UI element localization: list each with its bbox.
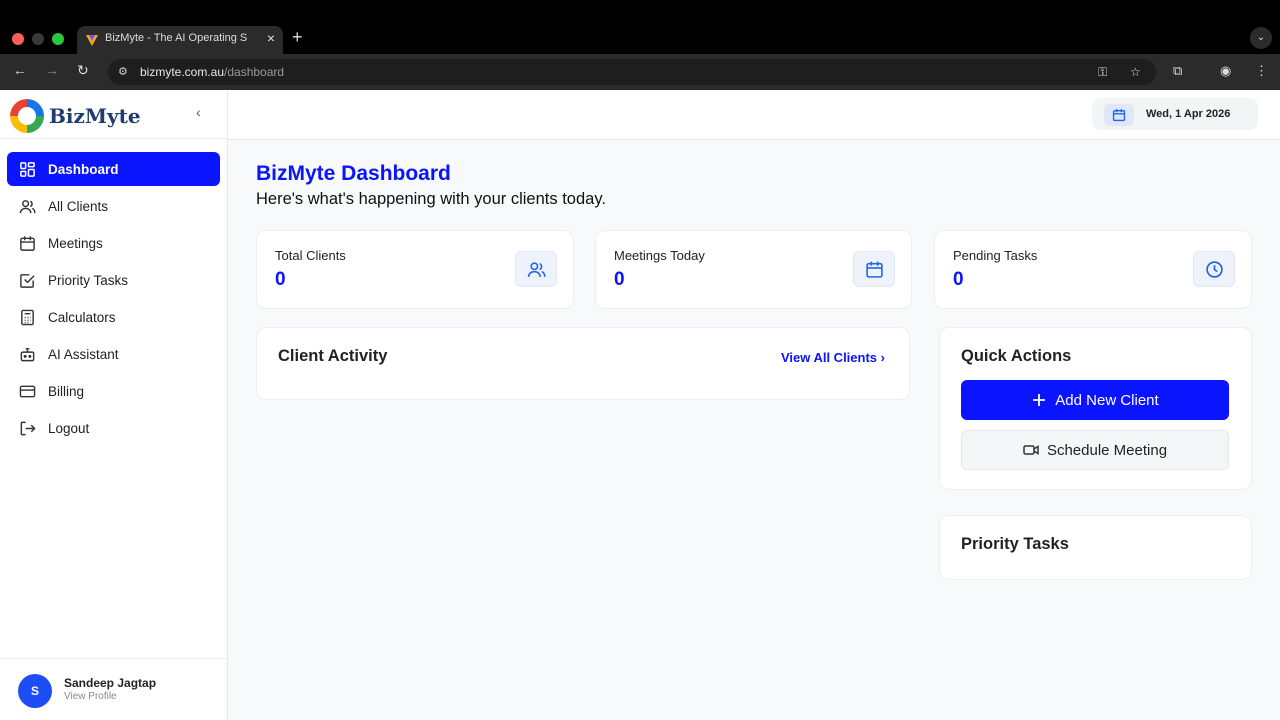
calculator-icon [21,309,34,325]
stat-label: Total Clients [275,248,346,263]
sidebar-item-label: Calculators [48,309,116,325]
calendar-icon [866,261,883,278]
tab-search-chevron-icon[interactable]: ⌄ [1250,27,1272,49]
sidebar-item-label: Billing [48,383,85,399]
stat-icon-box [1193,251,1235,287]
address-bar[interactable]: ⚙ bizmyte.com.au/dashboard ⚿ ☆ [108,59,1156,85]
collapse-sidebar-chevron-icon[interactable]: ‹ [196,104,201,120]
calendar-icon [20,235,35,251]
sidebar: BizMyte ‹ Dashboard All Clients Meetings… [0,90,228,720]
sidebar-item-label: Priority Tasks [48,272,129,288]
add-new-client-button[interactable]: Add New Client [961,380,1229,420]
extensions-puzzle-icon[interactable]: ⧉ [1173,63,1182,79]
logo-text: BizMyte [49,104,141,128]
browser-tab-strip: BizMyte - The AI Operating S × + ⌄ [0,0,1280,54]
divider [0,658,228,659]
bizmyte-logo[interactable]: BizMyte [10,99,141,133]
view-all-clients-link[interactable]: View All Clients › [781,350,885,365]
schedule-meeting-button[interactable]: Schedule Meeting [961,430,1229,470]
video-camera-icon [1023,445,1039,455]
stat-label: Pending Tasks [953,248,1038,263]
bookmark-star-icon[interactable]: ☆ [1130,65,1141,79]
stat-value: 0 [614,269,625,290]
sidebar-item-label: AI Assistant [48,346,119,362]
stat-icon-box [515,251,557,287]
tab-title: BizMyte - The AI Operating S [105,32,248,44]
calendar-icon [1112,109,1126,122]
sidebar-item-dashboard[interactable]: Dashboard [7,152,220,186]
divider [0,138,228,139]
browser-menu-icon[interactable]: ⋮ [1255,63,1268,79]
bizmyte-logo-icon [10,99,44,133]
user-name[interactable]: Sandeep Jagtap [64,676,156,690]
minimize-window-button[interactable] [32,33,44,45]
chevron-right-icon: › [880,350,885,365]
sidebar-item-billing[interactable]: Billing [7,374,220,408]
stat-value: 0 [275,269,286,290]
avatar[interactable]: S [18,674,52,708]
sidebar-item-label: Meetings [48,235,103,251]
stat-card-meetings-today: Meetings Today 0 [595,230,912,309]
checkbox-icon [20,273,35,288]
sidebar-item-meetings[interactable]: Meetings [7,226,220,260]
users-icon [19,199,36,213]
stat-card-total-clients: Total Clients 0 [256,230,574,309]
stat-icon-box [853,251,895,287]
date-icon-box [1104,104,1134,126]
page-subtitle: Here's what's happening with your client… [256,190,606,208]
date-text: Wed, 1 Apr 2026 [1146,108,1231,120]
new-tab-button[interactable]: + [292,27,303,48]
date-display: Wed, 1 Apr 2026 [1092,98,1258,130]
logout-icon [20,421,36,435]
top-bar: Wed, 1 Apr 2026 [228,90,1280,140]
dashboard-grid-icon [20,161,35,177]
users-icon [527,262,546,277]
forward-arrow-icon[interactable]: → [45,62,59,78]
bizmyte-favicon-icon [86,35,98,46]
clock-icon [1206,261,1223,278]
reload-icon[interactable]: ↻ [77,62,89,79]
password-key-icon[interactable]: ⚿ [1098,65,1107,80]
sidebar-item-label: Logout [48,420,90,436]
url-text: bizmyte.com.au/dashboard [140,65,285,79]
sidebar-item-ai-assistant[interactable]: AI Assistant [7,337,220,371]
view-profile-link[interactable]: View Profile [64,691,117,702]
card-title: Priority Tasks [961,535,1069,553]
quick-actions-card: Quick Actions Add New Client Schedule Me… [939,327,1252,490]
stat-value: 0 [953,269,964,290]
browser-tab[interactable]: BizMyte - The AI Operating S × [77,26,283,54]
client-activity-card: Client Activity View All Clients › [256,327,910,400]
sidebar-item-priority-tasks[interactable]: Priority Tasks [7,263,220,297]
stat-label: Meetings Today [614,248,705,263]
sidebar-nav: Dashboard All Clients Meetings Priority … [7,152,220,448]
sidebar-item-all-clients[interactable]: All Clients [7,189,220,223]
back-arrow-icon[interactable]: ← [13,62,27,78]
page-title: BizMyte Dashboard [256,162,451,185]
close-window-button[interactable] [12,33,24,45]
card-title: Quick Actions [961,347,1072,365]
plus-icon [1033,394,1046,406]
site-info-icon[interactable]: ⚙ [118,65,128,78]
tab-close-icon[interactable]: × [267,30,275,46]
sidebar-item-logout[interactable]: Logout [7,411,220,445]
card-title: Client Activity [278,347,388,365]
profile-icon[interactable]: ◉ [1220,63,1231,79]
sidebar-item-label: Dashboard [48,161,119,177]
credit-card-icon [19,385,36,397]
maximize-window-button[interactable] [52,33,64,45]
robot-icon [20,347,35,361]
sidebar-item-label: All Clients [48,198,109,214]
priority-tasks-card: Priority Tasks [939,515,1252,580]
stat-card-pending-tasks: Pending Tasks 0 [934,230,1252,309]
browser-toolbar: ← → ↻ ⚙ bizmyte.com.au/dashboard ⚿ ☆ ⧉ ◉… [0,54,1280,90]
sidebar-item-calculators[interactable]: Calculators [7,300,220,334]
